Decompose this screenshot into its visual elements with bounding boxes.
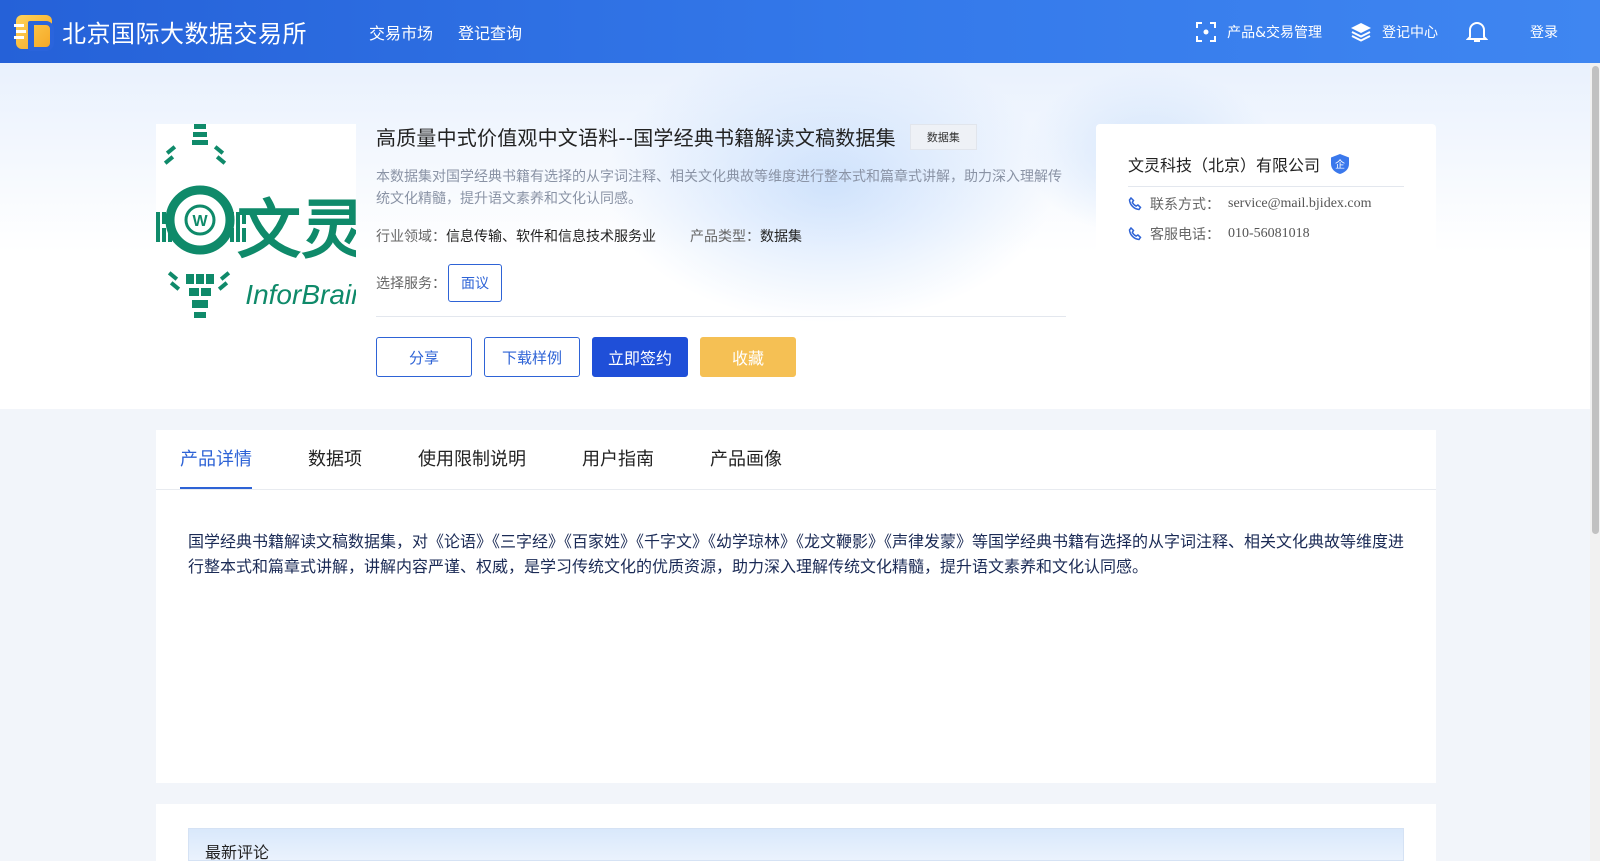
phone-icon bbox=[1128, 227, 1142, 241]
service-phone-row: 客服电话： 010-56081018 bbox=[1128, 224, 1310, 244]
company-name-row: 文灵科技（北京）有限公司 企 bbox=[1128, 152, 1350, 176]
action-buttons: 分享 下载样例 立即签约 收藏 bbox=[376, 337, 808, 377]
enterprise-verified-shield-icon: 企 bbox=[1331, 154, 1350, 174]
tab-product-details[interactable]: 产品详情 bbox=[180, 430, 252, 489]
product-type-label: 产品类型： bbox=[690, 229, 760, 245]
svg-text:企: 企 bbox=[1335, 158, 1345, 171]
product-logo-image: W 文灵 InforBrain bbox=[156, 124, 367, 324]
product-trade-management-label: 产品&交易管理 bbox=[1227, 24, 1322, 41]
share-button[interactable]: 分享 bbox=[376, 337, 472, 377]
nav-right: 产品&交易管理 登记中心 登录 bbox=[1167, 20, 1558, 44]
service-selector: 选择服务： 面议 bbox=[376, 264, 502, 302]
product-title: 高质量中式价值观中文语料--国学经典书籍解读文稿数据集 bbox=[376, 126, 896, 150]
tab-user-guide[interactable]: 用户指南 bbox=[582, 430, 654, 489]
divider bbox=[1128, 186, 1404, 187]
detail-tabs: 产品详情 数据项 使用限制说明 用户指南 产品画像 bbox=[180, 430, 838, 489]
comments-header: 最新评论 bbox=[188, 828, 1404, 861]
industry-value: 信息传输、软件和信息技术服务业 bbox=[446, 229, 656, 245]
company-card: 文灵科技（北京）有限公司 企 联系方式： service@mail.bjidex… bbox=[1096, 124, 1436, 402]
scrollbar-thumb[interactable] bbox=[1592, 66, 1599, 534]
layers-icon bbox=[1351, 22, 1371, 42]
sign-now-button[interactable]: 立即签约 bbox=[592, 337, 688, 377]
product-description: 本数据集对国学经典书籍有选择的从字词注释、相关文化典故等维度进行整本式和篇章式讲… bbox=[376, 169, 1062, 207]
login-link[interactable]: 登录 bbox=[1530, 22, 1558, 42]
inforbrain-logo-icon: W 文灵 InforBrain bbox=[156, 124, 367, 318]
contact-email-row: 联系方式： service@mail.bjidex.com bbox=[1128, 194, 1372, 214]
scan-frame-icon bbox=[1196, 21, 1217, 42]
comments-title: 最新评论 bbox=[205, 843, 270, 861]
favorite-button[interactable]: 收藏 bbox=[700, 337, 796, 377]
divider bbox=[156, 489, 1436, 490]
product-detail-panel: 产品详情 数据项 使用限制说明 用户指南 产品画像 国学经典书籍解读文稿数据集，… bbox=[156, 430, 1436, 783]
tab-usage-restrictions[interactable]: 使用限制说明 bbox=[418, 430, 526, 489]
industry-label: 行业领域： bbox=[376, 229, 446, 245]
product-type-value: 数据集 bbox=[760, 229, 802, 245]
phone-icon bbox=[1128, 197, 1142, 211]
download-sample-button[interactable]: 下载样例 bbox=[484, 337, 580, 377]
service-label: 选择服务： bbox=[376, 276, 446, 292]
nav-link-trading-market[interactable]: 交易市场 bbox=[369, 20, 433, 44]
phone-number: 010-56081018 bbox=[1228, 226, 1310, 241]
brand[interactable]: 北京国际大数据交易所 bbox=[14, 14, 307, 51]
product-title-row: 高质量中式价值观中文语料--国学经典书籍解读文稿数据集 数据集 bbox=[376, 122, 977, 151]
brand-logo-icon bbox=[14, 14, 54, 51]
top-navigation-bar: 北京国际大数据交易所 交易市场 登记查询 产品&交易管理 登记中心 登录 bbox=[0, 0, 1600, 63]
register-center-link[interactable]: 登记中心 bbox=[1350, 21, 1438, 43]
notifications-button[interactable] bbox=[1466, 20, 1498, 44]
product-type-tag: 数据集 bbox=[909, 123, 977, 150]
divider bbox=[376, 316, 1066, 317]
main-nav: 交易市场 登记查询 bbox=[369, 20, 547, 44]
tab-product-profile[interactable]: 产品画像 bbox=[710, 430, 782, 489]
bell-icon bbox=[1466, 21, 1488, 42]
service-option-negotiable[interactable]: 面议 bbox=[448, 264, 502, 302]
product-trade-management-link[interactable]: 产品&交易管理 bbox=[1195, 21, 1322, 43]
nav-link-registration-query[interactable]: 登记查询 bbox=[458, 20, 522, 44]
logo-wordmark: InforBrain bbox=[245, 279, 356, 310]
register-center-label: 登记中心 bbox=[1382, 24, 1438, 41]
contact-label: 联系方式： bbox=[1150, 197, 1220, 213]
svg-text:文灵: 文灵 bbox=[237, 194, 356, 268]
company-name[interactable]: 文灵科技（北京）有限公司 bbox=[1128, 152, 1320, 176]
svg-text:W: W bbox=[192, 213, 208, 230]
phone-label: 客服电话： bbox=[1150, 227, 1220, 243]
comments-panel: 最新评论 bbox=[156, 804, 1436, 861]
product-detail-text: 国学经典书籍解读文稿数据集，对《论语》《三字经》《百家姓》《千字文》《幼学琼林》… bbox=[188, 532, 1405, 576]
brand-name: 北京国际大数据交易所 bbox=[62, 20, 307, 48]
tab-data-items[interactable]: 数据项 bbox=[308, 430, 362, 489]
product-meta: 行业领域： 信息传输、软件和信息技术服务业 产品类型： 数据集 bbox=[376, 226, 802, 246]
contact-email: service@mail.bjidex.com bbox=[1228, 196, 1372, 211]
